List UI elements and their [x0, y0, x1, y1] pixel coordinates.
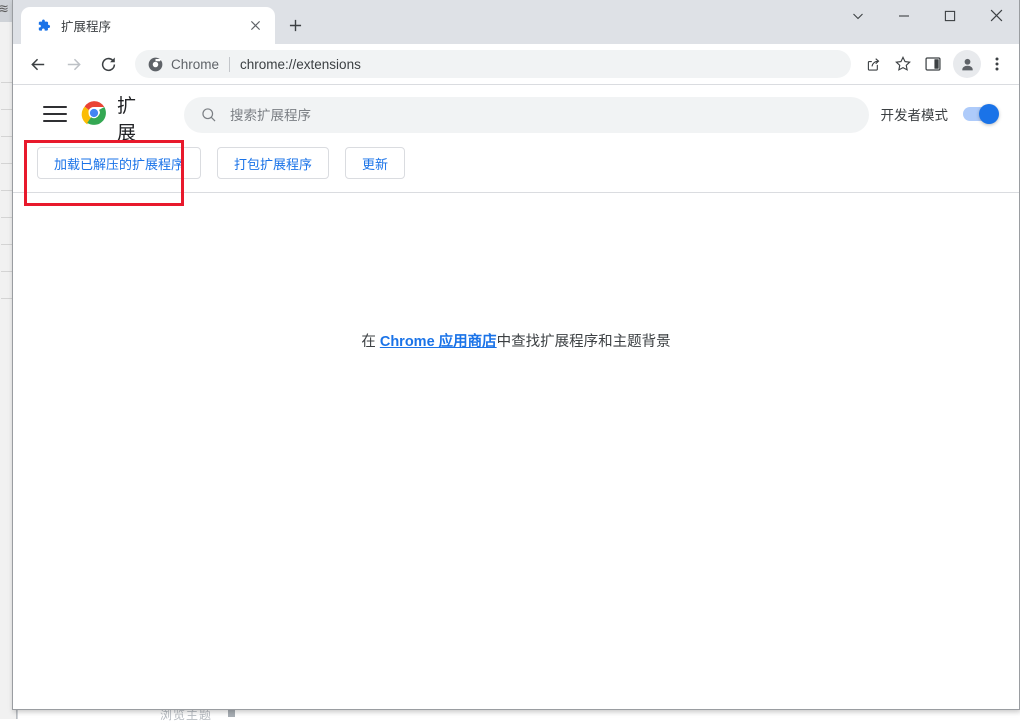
profile-avatar[interactable]	[953, 50, 981, 78]
close-icon[interactable]	[245, 16, 265, 36]
reload-icon[interactable]	[93, 49, 123, 79]
chrome-browser-window: 扩展程序 Chrome chrome://extensions 扩展 搜索扩展程…	[12, 0, 1020, 710]
search-input[interactable]	[230, 107, 853, 123]
developer-mode-label: 开发者模式	[880, 108, 949, 123]
chrome-icon	[147, 56, 163, 72]
webstore-link[interactable]: Chrome 应用商店	[380, 334, 497, 350]
update-button[interactable]: 更新	[345, 147, 406, 179]
developer-mode-toggle[interactable]	[963, 104, 999, 124]
bookmark-star-icon[interactable]	[889, 50, 917, 78]
developer-mode-control: 开发者模式	[880, 104, 999, 124]
developer-actions-bar: 加载已解压的扩展程序 打包扩展程序 更新	[13, 139, 1019, 193]
search-extensions-box[interactable]	[184, 97, 869, 133]
toggle-knob	[979, 104, 999, 124]
empty-state-prefix: 在	[361, 334, 380, 350]
search-icon	[200, 106, 218, 124]
omnibox-scheme-label: Chrome	[171, 56, 220, 72]
tab-title: 扩展程序	[61, 20, 112, 34]
forward-icon	[58, 49, 88, 79]
side-panel-icon[interactable]	[919, 50, 947, 78]
tab-strip: 扩展程序	[13, 0, 1019, 44]
window-controls	[835, 0, 1019, 31]
omnibox-divider	[229, 56, 231, 72]
tab-search-chevron-down-icon[interactable]	[835, 0, 881, 31]
more-menu-icon[interactable]	[983, 50, 1011, 78]
extensions-header: 扩展程序 开发者模式	[13, 85, 1019, 144]
back-icon[interactable]	[23, 49, 53, 79]
chrome-logo-icon	[81, 100, 107, 126]
hamburger-menu-icon[interactable]	[43, 102, 67, 126]
browser-toolbar: Chrome chrome://extensions	[13, 44, 1019, 84]
address-bar[interactable]: Chrome chrome://extensions	[135, 50, 851, 78]
pack-extension-button[interactable]: 打包扩展程序	[217, 147, 330, 179]
tab-extensions[interactable]: 扩展程序	[21, 7, 275, 44]
close-button[interactable]	[973, 0, 1019, 31]
puzzle-piece-icon	[35, 18, 51, 34]
extensions-page: 扩展程序 开发者模式 加载已解压的扩展程序 打包扩展程序	[13, 84, 1019, 709]
omnibox-url-text: chrome://extensions	[240, 56, 361, 72]
maximize-button[interactable]	[927, 0, 973, 31]
new-tab-button[interactable]	[281, 11, 309, 39]
section-divider	[13, 192, 1019, 193]
empty-state-message: 在 Chrome 应用商店中查找扩展程序和主题背景	[13, 330, 1019, 351]
empty-state-suffix: 中查找扩展程序和主题背景	[496, 334, 671, 350]
share-icon[interactable]	[859, 50, 887, 78]
load-unpacked-button[interactable]: 加载已解压的扩展程序	[37, 147, 202, 179]
minimize-button[interactable]	[881, 0, 927, 31]
